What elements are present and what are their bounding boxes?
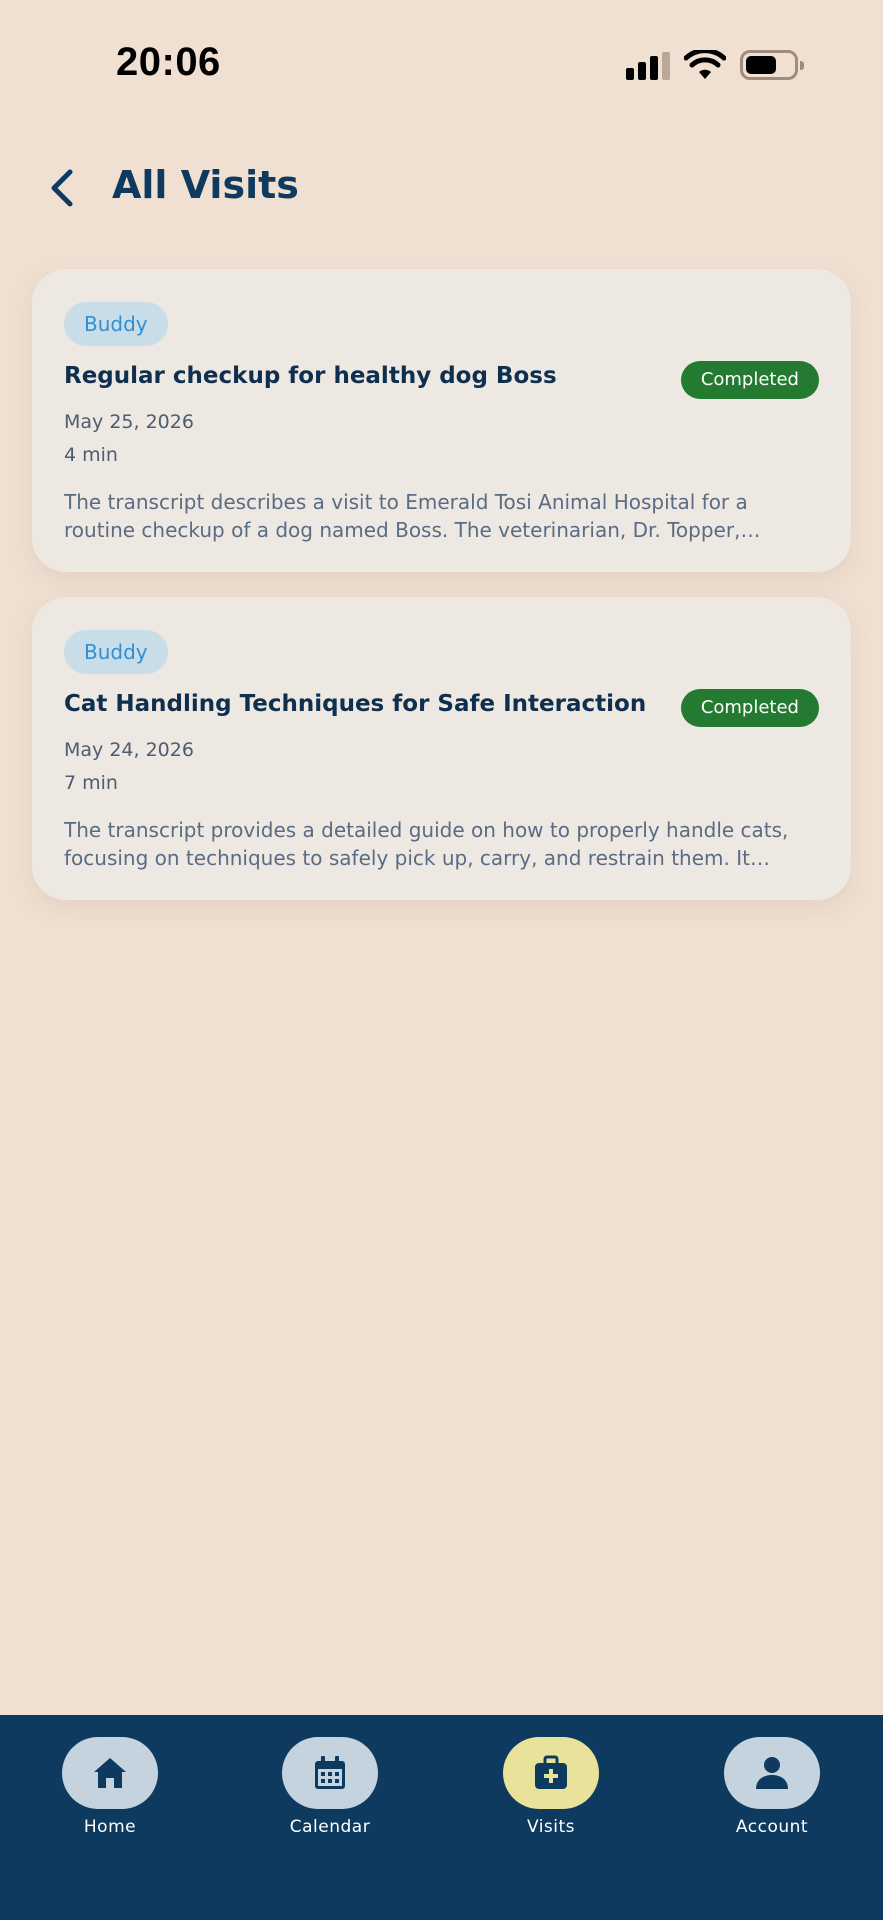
- nav-label: Home: [83, 1817, 137, 1837]
- back-button[interactable]: [40, 164, 88, 212]
- cellular-signal-icon: [626, 52, 670, 80]
- status-time: 20:06: [116, 40, 221, 84]
- home-icon: [94, 1758, 126, 1788]
- screen: 20:06 All Visits Buddy Regular checkup f…: [0, 0, 883, 1920]
- pet-tag: Buddy: [64, 302, 168, 346]
- visit-date: May 25, 2026: [64, 411, 194, 433]
- pet-tag: Buddy: [64, 630, 168, 674]
- visit-card[interactable]: Buddy Regular checkup for healthy dog Bo…: [32, 269, 851, 572]
- wifi-icon: [684, 50, 726, 79]
- nav-item-calendar[interactable]: Calendar: [260, 1737, 400, 1847]
- nav-item-home[interactable]: Home: [40, 1737, 180, 1847]
- visit-duration: 4 min: [64, 444, 118, 466]
- visit-duration: 7 min: [64, 772, 118, 794]
- nav-pill: [62, 1737, 158, 1809]
- calendar-icon: [315, 1756, 345, 1789]
- nav-label: Calendar: [289, 1817, 371, 1837]
- battery-icon: [740, 50, 804, 80]
- nav-label: Visits: [526, 1817, 576, 1837]
- visit-date: May 24, 2026: [64, 739, 194, 761]
- nav-pill: [282, 1737, 378, 1809]
- status-badge: Completed: [680, 689, 819, 727]
- nav-item-visits[interactable]: Visits: [481, 1737, 621, 1847]
- nav-item-account[interactable]: Account: [702, 1737, 842, 1847]
- nav-label: Account: [735, 1817, 809, 1837]
- visit-card[interactable]: Buddy Cat Handling Techniques for Safe I…: [32, 597, 851, 900]
- medical-bag-icon: [535, 1755, 567, 1789]
- bottom-nav: Home Calendar Visits Account: [0, 1715, 883, 1920]
- account-icon: [756, 1757, 788, 1789]
- visit-title: Cat Handling Techniques for Safe Interac…: [64, 691, 647, 717]
- status-badge: Completed: [680, 361, 819, 399]
- visit-title: Regular checkup for healthy dog Boss: [64, 363, 557, 389]
- visit-summary: The transcript provides a detailed guide…: [64, 818, 789, 870]
- visit-summary: The transcript describes a visit to Emer…: [64, 490, 748, 542]
- status-bar: 20:06: [0, 0, 883, 130]
- nav-pill: [503, 1737, 599, 1809]
- page-title: All Visits: [112, 163, 299, 207]
- nav-pill: [724, 1737, 820, 1809]
